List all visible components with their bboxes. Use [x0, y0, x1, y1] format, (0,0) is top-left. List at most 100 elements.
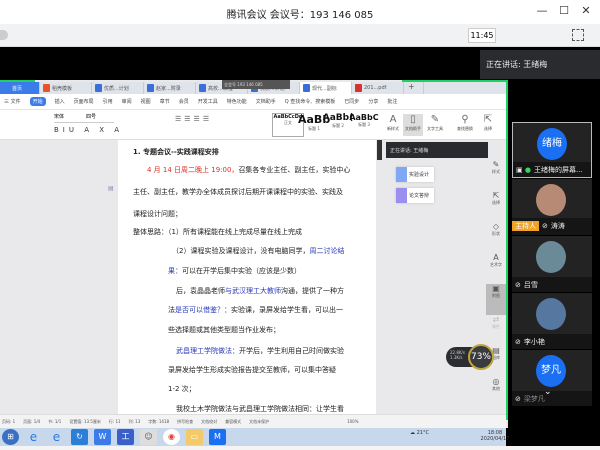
participant-tile[interactable]: 绪梅 ▣ ● 王绪梅的屏幕... — [512, 122, 592, 178]
host-badge: 主持人 — [512, 221, 539, 231]
tab-doc[interactable]: 优质...计划 — [92, 82, 144, 94]
side-tool-column: ✎样式 ⇱选择 ◇形状 A艺术字 ▣附图 ⇄属性 ▤图库 ◎其他 …设置 — [486, 160, 506, 439]
new-style-button[interactable]: A 新样式 — [383, 114, 403, 136]
wps-writer-icon[interactable]: W — [94, 429, 111, 445]
doc-line: 4 月 14 日周二晚上 19:00，召集各专业主任、副主任，实验中心 — [147, 166, 351, 174]
comment-button[interactable]: 批注 — [387, 98, 397, 105]
doc-line: 我校土木学院做法与武昌理工学院做法相同：让学生看 — [176, 405, 344, 413]
doc-line: 主任、副主任，教学办全体成员探讨后期开课课程中的实验、实践及 — [133, 188, 343, 196]
tab-label: 现代...副标 — [312, 86, 337, 92]
style-tool[interactable]: ✎ 样式 — [486, 160, 506, 191]
memory-gauge[interactable]: 73% — [468, 344, 494, 370]
card-thesis-defense[interactable]: 论文答辩 — [396, 188, 434, 203]
folder-icon[interactable]: ▭ — [186, 429, 203, 445]
status-wordcount[interactable]: 字数: 1418 — [148, 419, 169, 424]
property-tool[interactable]: ⇄ 属性 — [486, 315, 506, 346]
participant-tile[interactable]: 主持人 ⊘ 涛涛 — [512, 179, 592, 235]
maximize-button[interactable]: ☐ — [557, 4, 571, 17]
font-size-select[interactable]: 四号 — [86, 113, 114, 120]
select-button[interactable]: ⇱ 选择 — [478, 114, 498, 136]
tab-doc[interactable]: 赵家...附录 — [144, 82, 196, 94]
doc-line: 些选择题或其他类型题当作业发布； — [168, 326, 280, 334]
weather-temp: 21°C — [416, 430, 429, 436]
paragraph-marker-icon[interactable]: ▤ — [108, 185, 114, 192]
wps-icon[interactable]: 工 — [117, 429, 134, 445]
menu-reference[interactable]: 引用 — [103, 98, 113, 105]
menu-layout[interactable]: 页面布局 — [74, 98, 94, 105]
other-tool[interactable]: ◎ 其他 — [486, 377, 506, 408]
doc-line: 武昌理工学院做法：开学后，学生利用自己时间做实验 — [176, 347, 344, 355]
protect-status[interactable]: 文档未保护 — [249, 419, 269, 424]
tab-pdf[interactable]: 201...pdf — [352, 82, 404, 94]
tab-home[interactable]: 首页 — [0, 82, 40, 94]
ribbon: 宋体 四号 BIU A X A ☰☰☰☰ AaBbCcDd 正文 AaBb 标题 1… — [0, 110, 506, 140]
wps-menu-bar: 三 文件 开始 插入 页面布局 引用 审阅 视图 章节 会员 开发工具 特色功能… — [0, 94, 506, 110]
status-setting: 设置值: 13.5厘米 — [69, 419, 101, 424]
tab-label: 优质...计划 — [104, 86, 129, 92]
photo-app-icon[interactable]: ☺ — [140, 429, 157, 445]
share-button[interactable]: 分享 — [368, 98, 378, 105]
status-section: 节: 1/1 — [48, 419, 62, 424]
status-bar: 页码: 1 页面: 1/4 节: 1/1 设置值: 13.5厘米 行: 11 列… — [0, 414, 506, 428]
menu-view[interactable]: 视图 — [141, 98, 151, 105]
participant-tile[interactable]: ⊘ 李小艳 — [512, 293, 592, 349]
search-commands[interactable]: Q 查找命令、搜索模板 — [285, 98, 336, 105]
tab-label: 赵家...附录 — [156, 86, 181, 92]
menu-review[interactable]: 审阅 — [122, 98, 132, 105]
chrome-icon[interactable]: ◉ — [163, 429, 180, 445]
style-heading3[interactable]: AaBbC 标题 3 — [348, 113, 380, 137]
menu-member[interactable]: 会员 — [179, 98, 189, 105]
share-border — [506, 80, 508, 420]
paragraph-buttons[interactable]: ☰☰☰☰ — [175, 115, 212, 123]
fullscreen-icon[interactable] — [572, 29, 584, 41]
shape-tool[interactable]: ◇ 形状 — [486, 222, 506, 253]
sync-status[interactable]: 已同步 — [344, 98, 359, 105]
status-col: 列: 13 — [128, 419, 141, 424]
ie-icon[interactable]: e — [25, 429, 42, 445]
clock[interactable]: 18:08 2020/04/17 — [481, 430, 510, 442]
minimize-button[interactable]: — — [535, 4, 549, 17]
text-tools-button[interactable]: ✎ 文字工具 — [425, 114, 445, 136]
compat-mode: 兼容模式 — [225, 419, 242, 424]
bottom-bar — [0, 446, 600, 450]
doc-helper-button[interactable]: ▯ 文档助手 — [403, 114, 423, 136]
tab-label: 201...pdf — [364, 85, 387, 91]
menu-insert[interactable]: 插入 — [55, 98, 65, 105]
menu-devtools[interactable]: 开发工具 — [198, 98, 218, 105]
new-tab-button[interactable]: + — [404, 82, 424, 94]
doc-line: 课程设计问题； — [133, 210, 182, 218]
document-scrollbar[interactable] — [377, 140, 382, 160]
status-pages: 页面: 1/4 — [23, 419, 41, 424]
shield-icon[interactable] — [0, 30, 8, 40]
tab-active-doc[interactable]: 现代...副标 — [300, 82, 352, 94]
attach-tool[interactable]: ▣ 附图 — [486, 284, 506, 315]
menu-features[interactable]: 特色功能 — [227, 98, 247, 105]
start-button[interactable]: ⊞ — [2, 429, 19, 445]
ie-icon[interactable]: e — [48, 429, 65, 445]
avatar: 梦凡 — [536, 355, 566, 387]
participant-name: 吕雪 — [523, 281, 538, 289]
tab-label: 稻壳模板 — [52, 86, 73, 92]
tencent-meeting-icon[interactable]: M — [209, 429, 226, 445]
card-experiment-design[interactable]: 实验设计 — [396, 167, 434, 182]
menu-doc-helper[interactable]: 文档助手 — [256, 98, 276, 105]
zoom-level[interactable]: 100% — [347, 419, 358, 424]
chevron-down-icon[interactable]: ⌄ — [544, 387, 552, 397]
format-buttons[interactable]: BIU A X A — [54, 126, 123, 134]
menu-section[interactable]: 章节 — [160, 98, 170, 105]
close-button[interactable]: ✕ — [579, 4, 593, 17]
meeting-timer: 11:45 — [468, 28, 496, 43]
select-tool[interactable]: ⇱ 选择 — [486, 191, 506, 222]
proofread-button[interactable]: 文档校对 — [201, 419, 217, 424]
tab-docer[interactable]: 稻壳模板 — [40, 82, 92, 94]
avatar: 绪梅 — [537, 128, 567, 160]
doc-line: 整体思路：（1）所有课程能在线上完成尽量在线上完成 — [133, 228, 302, 236]
spellcheck-toggle[interactable]: 拼写检查 — [177, 419, 193, 424]
menu-file[interactable]: 三 文件 — [4, 98, 21, 105]
wordart-tool[interactable]: A 艺术字 — [486, 253, 506, 284]
find-replace-button[interactable]: ⚲ 查找替换 — [455, 114, 475, 136]
participant-tile[interactable]: ⊘ 吕雪 — [512, 236, 592, 292]
menu-start[interactable]: 开始 — [29, 97, 46, 106]
participant-tile[interactable]: 梦凡 ⊘ 梁梦凡 — [512, 350, 592, 406]
qq-browser-icon[interactable]: ↻ — [71, 429, 88, 445]
